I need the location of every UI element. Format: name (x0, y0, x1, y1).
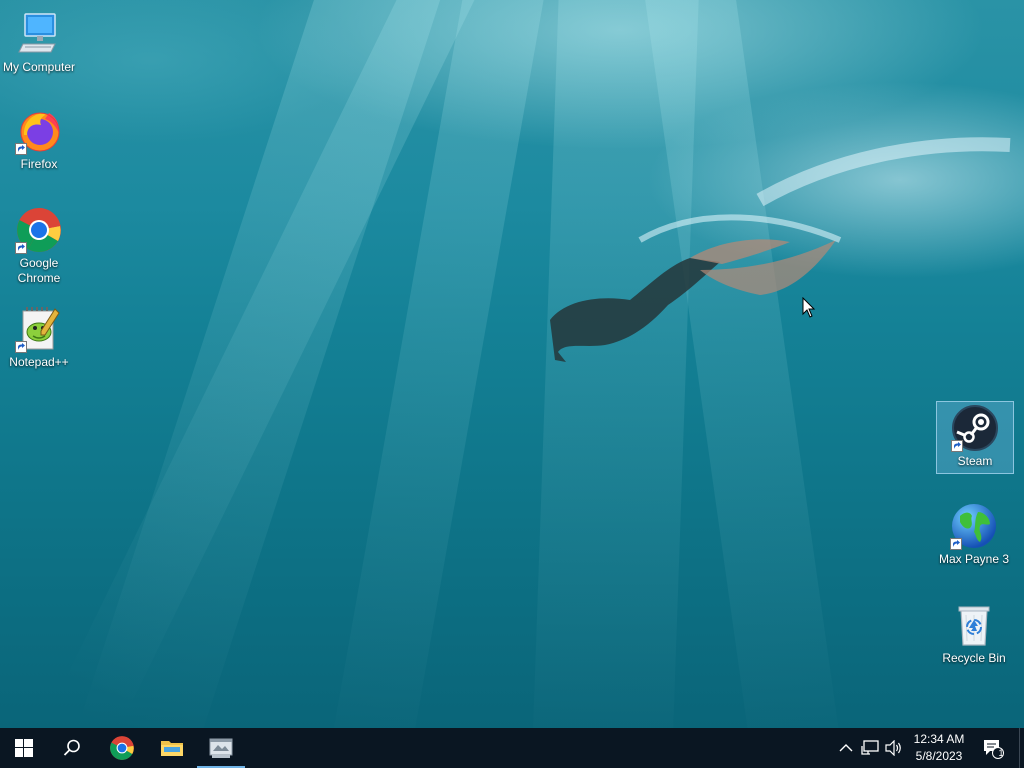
diver-silhouette (550, 137, 1011, 362)
action-center-button[interactable]: 1 (982, 737, 1004, 759)
desktop-icon-recycle-bin[interactable]: Recycle Bin (936, 599, 1012, 670)
firefox-icon (15, 107, 63, 155)
chrome-icon (15, 206, 63, 254)
desktop-icon-label: Notepad++ (9, 355, 69, 369)
steam-icon (951, 404, 999, 452)
show-hidden-icons-button[interactable] (836, 738, 856, 758)
taskbar: 12:34 AM 5/8/2023 1 (0, 728, 1024, 768)
app-window-icon (209, 738, 233, 758)
desktop-icon-label: Recycle Bin (942, 651, 1006, 665)
start-button[interactable] (0, 728, 48, 768)
shortcut-arrow-icon (15, 143, 27, 155)
desktop-icon-firefox[interactable]: Firefox (1, 105, 77, 176)
notepad-plus-plus-icon (15, 305, 63, 353)
shortcut-arrow-icon (950, 538, 962, 550)
volume-tray-button[interactable] (884, 738, 904, 758)
desktop-icon-label: Max Payne 3 (938, 552, 1010, 566)
desktop-icon-label: Google Chrome (17, 256, 61, 285)
notification-count-badge: 1 (998, 748, 1004, 758)
show-desktop-button[interactable] (1019, 728, 1024, 768)
chrome-taskbar-button[interactable] (98, 728, 146, 768)
desktop-icon-label: Steam (957, 454, 993, 468)
shortcut-arrow-icon (951, 440, 963, 452)
computer-icon (15, 10, 63, 58)
desktop-icon-google-chrome[interactable]: Google Chrome (1, 204, 77, 290)
folder-icon (161, 741, 183, 756)
globe-icon (950, 502, 998, 550)
desktop-icon-notepad-plus-plus[interactable]: Notepad++ (1, 303, 77, 374)
chevron-up-icon (839, 744, 853, 752)
desktop-icon-max-payne-3[interactable]: Max Payne 3 (936, 500, 1012, 571)
mouse-cursor-icon (802, 297, 816, 318)
desktop-icon-my-computer[interactable]: My Computer (1, 8, 77, 79)
network-icon (861, 740, 879, 755)
search-icon (63, 739, 80, 756)
network-tray-button[interactable] (860, 738, 880, 758)
desktop-icon-label: My Computer (2, 60, 76, 74)
active-app-taskbar-button[interactable] (197, 728, 245, 768)
windows-logo-icon (15, 739, 33, 757)
search-button[interactable] (48, 728, 96, 768)
system-clock[interactable]: 12:34 AM 5/8/2023 (904, 731, 974, 765)
clock-time: 12:34 AM (913, 732, 965, 746)
shortcut-arrow-icon (15, 242, 27, 254)
recycle-bin-icon (950, 601, 998, 649)
desktop-icon-label: Firefox (20, 157, 58, 171)
shortcut-arrow-icon (15, 341, 27, 353)
file-explorer-taskbar-button[interactable] (148, 728, 196, 768)
clock-date: 5/8/2023 (915, 749, 963, 763)
desktop-wallpaper (0, 0, 1024, 728)
chrome-icon (110, 736, 134, 760)
volume-icon (885, 740, 901, 756)
desktop-icon-steam[interactable]: Steam (936, 401, 1014, 474)
